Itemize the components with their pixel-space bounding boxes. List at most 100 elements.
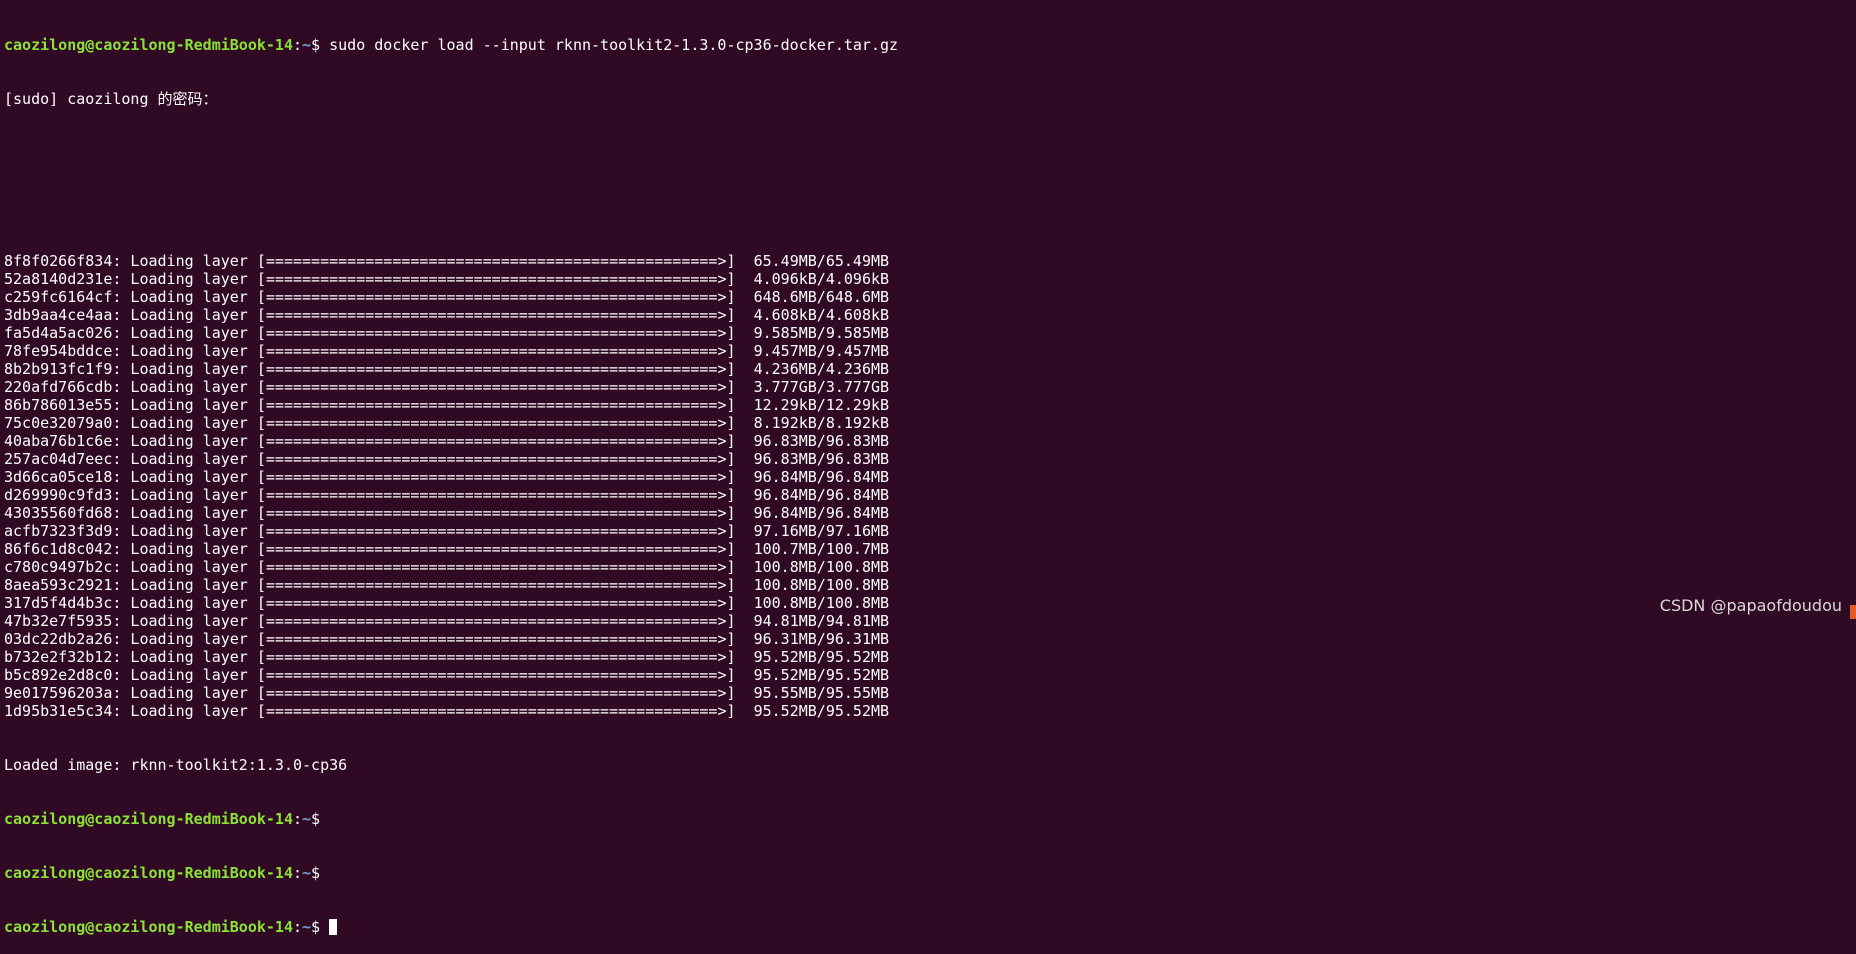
prompt-path: ~	[302, 864, 312, 882]
layer-id: 257ac04d7eec	[4, 450, 113, 468]
layer-gap	[736, 702, 754, 720]
text-cursor[interactable]	[329, 919, 338, 935]
layer-gap	[736, 378, 754, 396]
prompt-user: caozilong@caozilong-RedmiBook-14	[4, 810, 293, 828]
layer-gap	[736, 648, 754, 666]
layer-label: : Loading layer	[112, 360, 257, 378]
layer-gap	[736, 540, 754, 558]
layer-id: 3db9aa4ce4aa	[4, 306, 113, 324]
prompt-user: caozilong@caozilong-RedmiBook-14	[4, 918, 293, 936]
layer-gap	[736, 288, 754, 306]
layer-id: 1d95b31e5c34	[4, 702, 113, 720]
layer-line: 3d66ca05ce18: Loading layer [===========…	[4, 468, 1856, 486]
layer-gap	[736, 594, 754, 612]
layer-size: 12.29kB/12.29kB	[753, 396, 890, 414]
terminal-window[interactable]: caozilong@caozilong-RedmiBook-14:~$ sudo…	[4, 0, 1856, 936]
progress-bar: [=======================================…	[256, 360, 736, 378]
layer-size: 65.49MB/65.49MB	[753, 252, 890, 270]
layer-gap	[736, 342, 754, 360]
layer-gap	[736, 324, 754, 342]
layer-id: 317d5f4d4b3c	[4, 594, 113, 612]
prompt-colon: :	[292, 810, 303, 828]
layer-label: : Loading layer	[112, 468, 257, 486]
layer-gap	[736, 684, 754, 702]
layer-id: 47b32e7f5935	[4, 612, 113, 630]
prompt-symbol: $	[311, 36, 321, 54]
csdn-watermark: CSDN @papaofdoudou	[1659, 596, 1842, 615]
layer-size: 94.81MB/94.81MB	[753, 612, 890, 630]
layer-line: 03dc22db2a26: Loading layer [===========…	[4, 630, 1856, 648]
layer-label: : Loading layer	[112, 666, 257, 684]
layer-label: : Loading layer	[112, 612, 257, 630]
layer-size: 95.52MB/95.52MB	[753, 702, 890, 720]
layer-id: 86f6c1d8c042	[4, 540, 113, 558]
progress-bar: [=======================================…	[256, 630, 736, 648]
progress-bar: [=======================================…	[256, 594, 736, 612]
layer-size: 4.236MB/4.236MB	[753, 360, 890, 378]
layer-size: 648.6MB/648.6MB	[753, 288, 890, 306]
prompt-symbol: $	[311, 864, 321, 882]
layer-gap	[736, 576, 754, 594]
progress-bar: [=======================================…	[256, 432, 736, 450]
layer-line: 8aea593c2921: Loading layer [===========…	[4, 576, 1856, 594]
layer-size: 96.84MB/96.84MB	[753, 486, 890, 504]
layer-size: 9.585MB/9.585MB	[753, 324, 890, 342]
layer-size: 95.52MB/95.52MB	[753, 648, 890, 666]
layer-gap	[736, 522, 754, 540]
layer-id: 220afd766cdb	[4, 378, 113, 396]
layer-gap	[736, 396, 754, 414]
layer-label: : Loading layer	[112, 522, 257, 540]
layer-label: : Loading layer	[112, 702, 257, 720]
sudo-password-prompt: [sudo] caozilong 的密码：	[4, 90, 218, 108]
layer-gap	[736, 360, 754, 378]
layer-gap	[736, 414, 754, 432]
layer-gap	[736, 468, 754, 486]
layer-id: 43035560fd68	[4, 504, 113, 522]
prompt-user: caozilong@caozilong-RedmiBook-14	[4, 864, 293, 882]
layer-id: 03dc22db2a26	[4, 630, 113, 648]
progress-bar: [=======================================…	[256, 252, 736, 270]
layer-line: 9e017596203a: Loading layer [===========…	[4, 684, 1856, 702]
progress-bar: [=======================================…	[256, 522, 736, 540]
layer-label: : Loading layer	[112, 432, 257, 450]
prompt-path: ~	[302, 918, 312, 936]
layer-line: 257ac04d7eec: Loading layer [===========…	[4, 450, 1856, 468]
layer-label: : Loading layer	[112, 306, 257, 324]
layer-label: : Loading layer	[112, 576, 257, 594]
loaded-image-message: Loaded image: rknn-toolkit2:1.3.0-cp36	[4, 756, 348, 774]
layer-size: 96.83MB/96.83MB	[753, 450, 890, 468]
progress-bar: [=======================================…	[256, 576, 736, 594]
layer-gap	[736, 504, 754, 522]
progress-bar: [=======================================…	[256, 378, 736, 396]
layer-gap	[736, 306, 754, 324]
progress-bar: [=======================================…	[256, 702, 736, 720]
progress-bar: [=======================================…	[256, 666, 736, 684]
layer-id: fa5d4a5ac026	[4, 324, 113, 342]
layer-label: : Loading layer	[112, 594, 257, 612]
progress-bar: [=======================================…	[256, 558, 736, 576]
layer-gap	[736, 270, 754, 288]
layer-gap	[736, 432, 754, 450]
layer-line: c259fc6164cf: Loading layer [===========…	[4, 288, 1856, 306]
prompt-user: caozilong@caozilong-RedmiBook-14	[4, 36, 293, 54]
layer-size: 100.8MB/100.8MB	[753, 594, 890, 612]
layer-id: 9e017596203a	[4, 684, 113, 702]
progress-bar: [=======================================…	[256, 414, 736, 432]
layer-label: : Loading layer	[112, 684, 257, 702]
layer-size: 95.52MB/95.52MB	[753, 666, 890, 684]
layer-size: 95.55MB/95.55MB	[753, 684, 890, 702]
active-prompt-line[interactable]: caozilong@caozilong-RedmiBook-14:~$	[4, 918, 1856, 936]
layer-line: 1d95b31e5c34: Loading layer [===========…	[4, 702, 1856, 720]
layer-id: 3d66ca05ce18	[4, 468, 113, 486]
progress-bar: [=======================================…	[256, 612, 736, 630]
progress-bar: [=======================================…	[256, 540, 736, 558]
layer-line: 3db9aa4ce4aa: Loading layer [===========…	[4, 306, 1856, 324]
layer-label: : Loading layer	[112, 540, 257, 558]
progress-bar: [=======================================…	[256, 324, 736, 342]
prompt-symbol: $	[311, 810, 321, 828]
layer-label: : Loading layer	[112, 288, 257, 306]
layer-gap	[736, 558, 754, 576]
scroll-edge-marker	[1850, 605, 1856, 619]
command-text: sudo docker load --input rknn-toolkit2-1…	[320, 36, 899, 54]
